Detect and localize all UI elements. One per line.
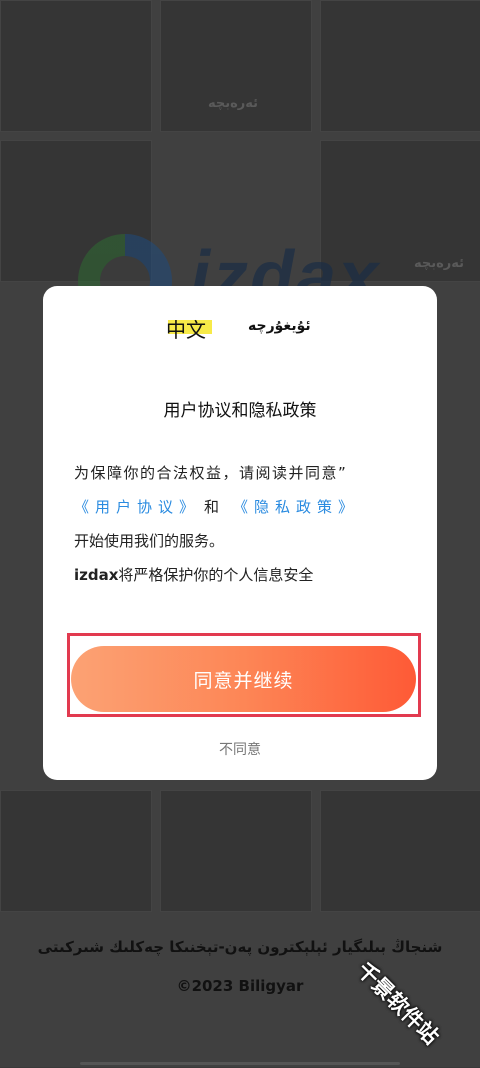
and-text: 和 [204, 498, 220, 516]
privacy-policy-link[interactable]: 《隐私政策》 [233, 498, 359, 516]
background-tile [0, 790, 152, 912]
protection-statement: izdax将严格保护你的个人信息安全 [74, 558, 414, 592]
background-tile [320, 0, 480, 132]
user-agreement-link[interactable]: 《用户协议》 [74, 498, 200, 516]
language-option-uyghur[interactable]: ئۇيغۇرچە [248, 318, 311, 334]
dialog-title: 用户协议和隐私政策 [163, 401, 317, 421]
language-option-chinese[interactable]: 中文 [166, 314, 212, 343]
protection-text: 将严格保护你的个人信息安全 [118, 566, 314, 584]
background-tile [320, 790, 480, 912]
language-switch: 中文 ئۇيغۇرچە [43, 314, 437, 344]
background-tile [160, 790, 312, 912]
start-service-text: 开始使用我们的服务。 [74, 532, 225, 550]
privacy-consent-dialog: 中文 ئۇيغۇرچە 用户协议和隐私政策 为保障你的合法权益，请阅读并同意” … [43, 286, 437, 780]
company-name: شنجاڭ بىلىگيار ئېلېكترون پەن-تېخنىكا چەك… [37, 938, 443, 956]
dialog-body: 为保障你的合法权益，请阅读并同意” 《用户协议》和《隐私政策》 开始使用我们的服… [74, 456, 414, 592]
agreement-links-row: 《用户协议》和《隐私政策》 [74, 490, 414, 524]
consent-intro-text: 为保障你的合法权益，请阅读并同意” [74, 464, 348, 482]
background-tile [0, 0, 152, 132]
home-indicator[interactable] [80, 1062, 400, 1065]
decline-button[interactable]: 不同意 [43, 738, 437, 760]
background-tile [160, 0, 312, 132]
language-chinese-label: 中文 [166, 318, 206, 342]
background-label: ئەرەبچە [414, 256, 465, 271]
brand-name: izdax [74, 566, 119, 584]
annotation-highlight-box [67, 633, 421, 717]
background-label: ئەرەبچە [208, 96, 259, 111]
